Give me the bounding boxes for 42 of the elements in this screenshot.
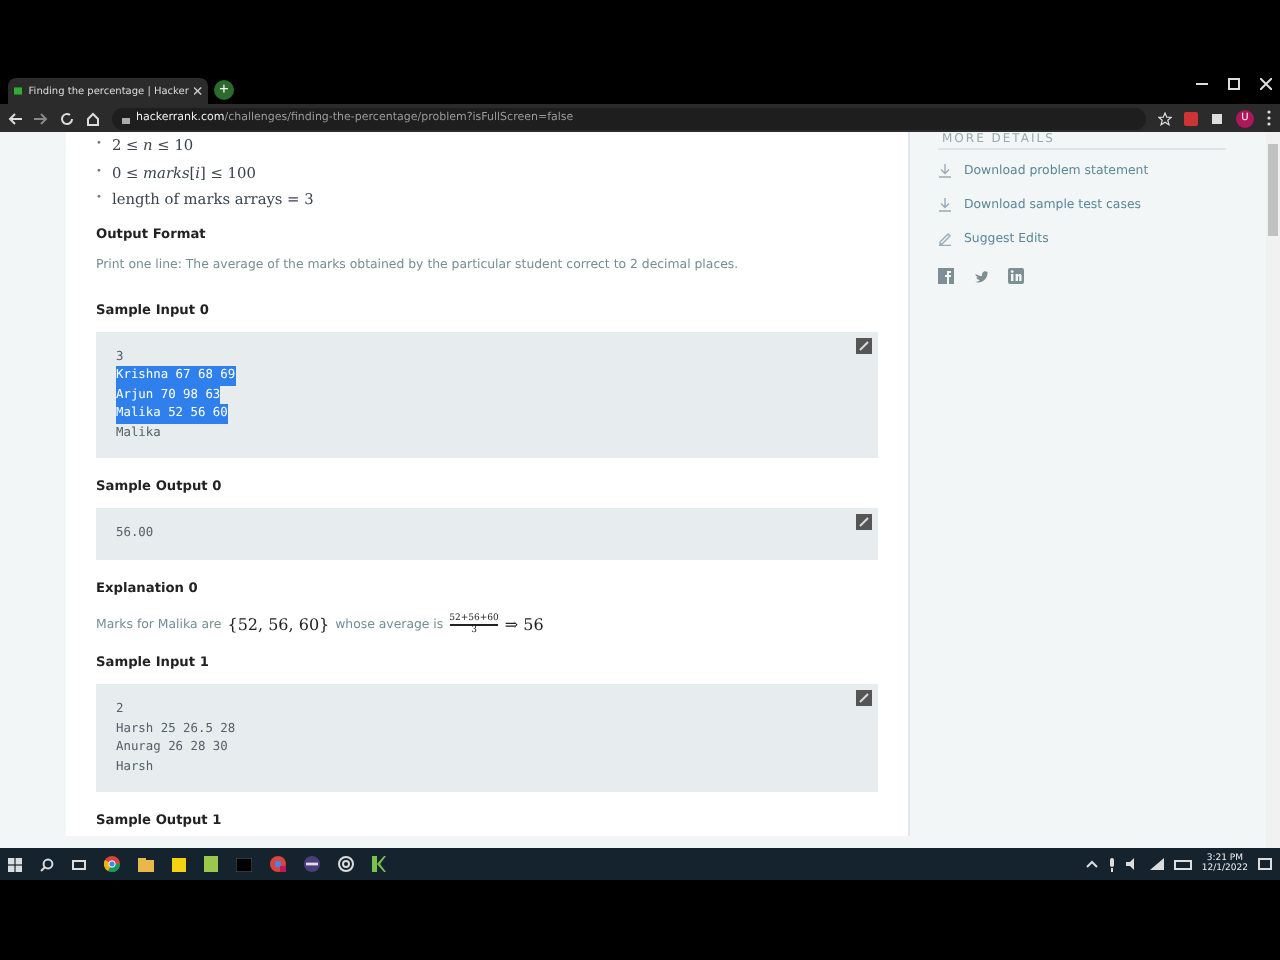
task-view-icon[interactable]	[72, 857, 86, 871]
microphone-icon[interactable]	[1107, 857, 1116, 871]
download-icon	[938, 164, 952, 178]
math-set: {52, 56, 60}	[227, 615, 330, 634]
home-icon[interactable]	[86, 111, 100, 125]
search-icon[interactable]	[40, 857, 54, 871]
sticky-note-icon[interactable]	[172, 857, 186, 871]
app-icon[interactable]	[304, 856, 320, 872]
facebook-icon[interactable]	[938, 268, 954, 284]
copy-icon[interactable]	[856, 690, 872, 707]
network-icon[interactable]	[1149, 858, 1164, 870]
star-icon[interactable]	[1158, 111, 1172, 125]
page-icon	[14, 86, 23, 96]
scrollbar-thumb[interactable]	[1268, 144, 1278, 236]
close-icon[interactable]	[1260, 78, 1272, 90]
lock-icon	[122, 113, 130, 123]
windows-icon[interactable]	[8, 857, 22, 871]
bird-icon[interactable]	[972, 268, 990, 284]
aperture-icon[interactable]	[338, 856, 354, 872]
notification-icon[interactable]	[1258, 857, 1272, 871]
close-icon[interactable]	[194, 86, 202, 96]
linkedin-icon[interactable]	[1008, 268, 1024, 284]
copy-icon[interactable]	[856, 337, 872, 353]
pencil-icon	[938, 232, 952, 246]
keyboard-icon[interactable]	[1173, 859, 1192, 869]
scrollbar[interactable]	[1266, 132, 1280, 848]
browser-icon[interactable]	[104, 856, 120, 872]
reload-icon[interactable]	[60, 111, 74, 125]
copy-icon[interactable]	[856, 514, 872, 531]
back-arrow-icon[interactable]	[8, 111, 22, 125]
download-icon	[938, 198, 952, 212]
minimize-icon[interactable]	[1196, 78, 1208, 90]
forward-arrow-icon[interactable]	[34, 111, 48, 125]
menu-icon[interactable]	[1266, 110, 1272, 126]
speaker-icon[interactable]	[1125, 858, 1140, 870]
extension-icon[interactable]	[1184, 111, 1198, 125]
math-result: ⇒ 56	[504, 615, 544, 634]
chevron-icon[interactable]	[1085, 860, 1098, 868]
folder-icon[interactable]	[138, 857, 154, 871]
new-tab-button[interactable]: +	[214, 80, 234, 100]
editor-icon[interactable]	[372, 856, 386, 872]
maximize-icon[interactable]	[1228, 78, 1240, 90]
